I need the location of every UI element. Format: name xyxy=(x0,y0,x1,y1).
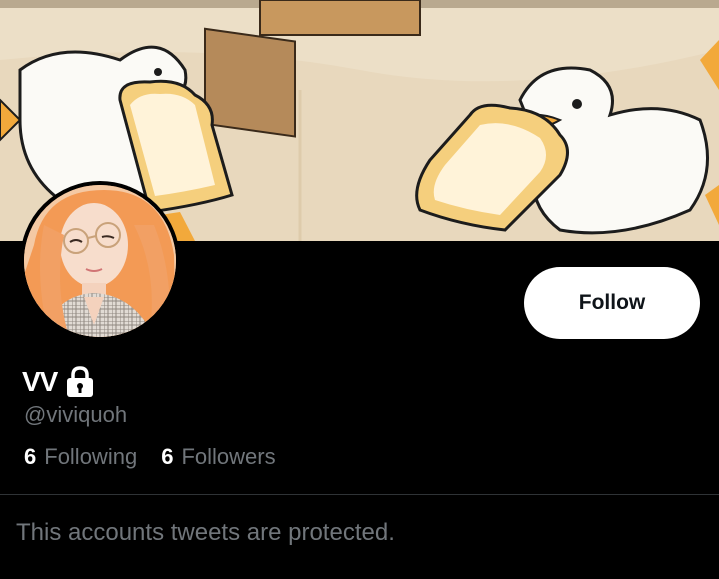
following-link[interactable]: 6 Following xyxy=(24,444,137,470)
following-label: Following xyxy=(44,444,138,469)
display-name: VV xyxy=(22,366,58,397)
following-count: 6 xyxy=(24,444,37,469)
followers-label: Followers xyxy=(181,444,276,469)
profile-stats: 6 Following 6 Followers xyxy=(24,444,276,470)
section-divider xyxy=(0,494,719,495)
avatar-photo xyxy=(24,185,176,337)
followers-link[interactable]: 6 Followers xyxy=(161,444,275,470)
profile-name-row: VV xyxy=(22,366,97,398)
lock-icon xyxy=(63,366,97,398)
followers-count: 6 xyxy=(161,444,174,469)
follow-button[interactable]: Follow xyxy=(524,267,700,339)
avatar[interactable] xyxy=(20,181,180,341)
protected-message: This accounts tweets are protected. xyxy=(16,519,395,546)
profile-handle: @viviquoh xyxy=(24,402,128,427)
profile-page: Follow VV @viviquoh 6 Following 6 Follow… xyxy=(0,0,719,579)
